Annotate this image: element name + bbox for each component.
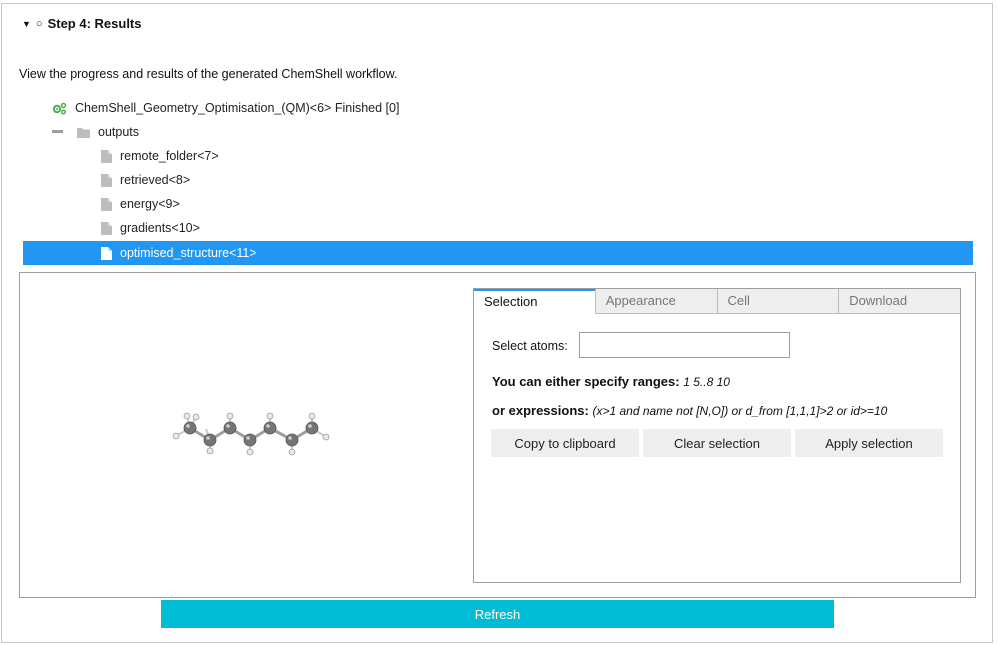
select-atoms-input[interactable]	[579, 332, 790, 358]
expressions-label: or expressions:	[492, 403, 589, 418]
tab-selection[interactable]: Selection	[474, 289, 595, 315]
panel-tabs: Selection Appearance Cell Download	[474, 289, 960, 315]
tree-selected-node[interactable]: optimised_structure<11>	[23, 241, 973, 265]
file-icon	[101, 173, 112, 187]
tree-file-node[interactable]: retrieved<8>	[101, 170, 190, 190]
folder-icon	[77, 127, 90, 138]
status-circle-icon: ○	[35, 17, 43, 30]
tree-root-node[interactable]: ChemShell_Geometry_Optimisation_(QM)<6> …	[52, 98, 399, 118]
caret-down-icon[interactable]: ▼	[22, 19, 31, 29]
tree-file-label: remote_folder<7>	[120, 149, 219, 163]
tree-folder-node[interactable]: outputs	[52, 122, 139, 142]
tree-root-label: ChemShell_Geometry_Optimisation_(QM)<6> …	[75, 101, 400, 115]
tree-file-label: retrieved<8>	[120, 173, 191, 187]
tree-selected-label: optimised_structure<11>	[120, 246, 257, 260]
expressions-hint: or expressions: (x>1 and name not [N,O])…	[492, 403, 887, 418]
tree-folder-label: outputs	[98, 125, 140, 139]
select-atoms-label: Select atoms:	[492, 339, 568, 353]
gears-icon	[52, 102, 67, 115]
tree-file-label: energy<9>	[120, 197, 180, 211]
apply-selection-button[interactable]: Apply selection	[795, 429, 943, 457]
tree-selected-row-content: optimised_structure<11>	[101, 243, 257, 263]
file-icon	[101, 221, 112, 235]
selection-panel: Selection Appearance Cell Download Selec…	[473, 288, 961, 583]
molecule-viewer[interactable]	[168, 408, 333, 460]
file-icon	[101, 149, 112, 163]
file-icon	[101, 197, 112, 211]
ranges-label: You can either specify ranges:	[492, 374, 680, 389]
clear-selection-button[interactable]: Clear selection	[643, 429, 791, 457]
tab-download[interactable]: Download	[838, 289, 960, 314]
ranges-hint: You can either specify ranges: 1 5..8 10	[492, 374, 730, 389]
tab-appearance[interactable]: Appearance	[594, 289, 717, 314]
step-title: Step 4: Results	[47, 16, 142, 31]
ranges-example: 1 5..8 10	[683, 375, 730, 389]
file-icon	[101, 246, 112, 260]
copy-to-clipboard-button[interactable]: Copy to clipboard	[491, 429, 639, 457]
tree-file-node[interactable]: gradients<10>	[101, 218, 200, 238]
intro-text: View the progress and results of the gen…	[19, 67, 398, 81]
tree-file-node[interactable]: remote_folder<7>	[101, 146, 219, 166]
tree-file-label: gradients<10>	[120, 221, 200, 235]
tree-file-node[interactable]: energy<9>	[101, 194, 180, 214]
step-header[interactable]: ▼ ○ Step 4: Results	[22, 16, 142, 31]
refresh-button[interactable]: Refresh	[161, 600, 834, 628]
expressions-example: (x>1 and name not [N,O]) or d_from [1,1,…	[592, 404, 888, 418]
tab-cell[interactable]: Cell	[716, 289, 839, 314]
collapse-icon[interactable]	[52, 130, 63, 134]
